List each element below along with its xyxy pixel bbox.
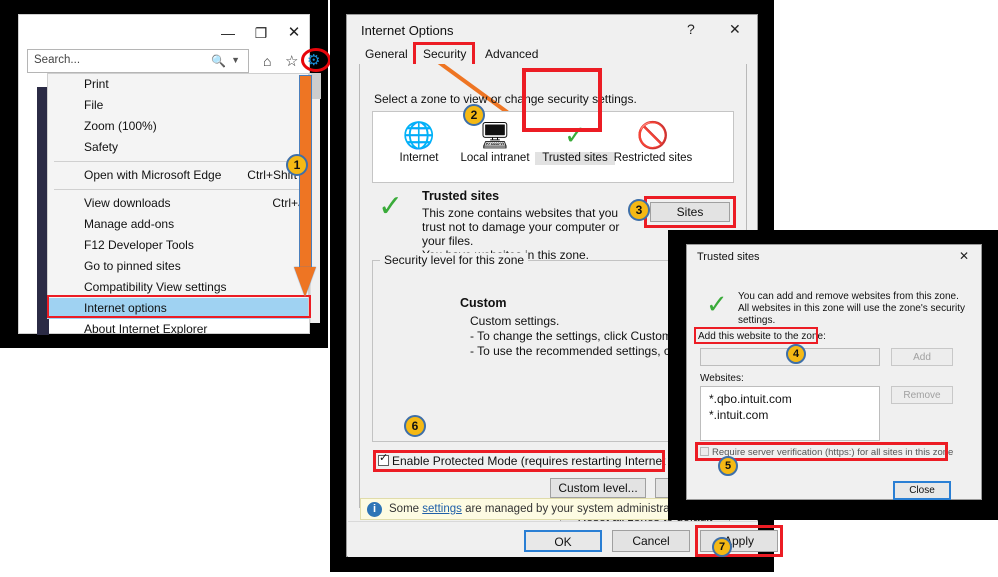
websites-label: Websites: — [700, 373, 744, 384]
maximize-icon[interactable]: ❐ — [248, 23, 274, 43]
step-badge-1: 1 — [286, 154, 308, 176]
menu-item-compatibility-view-settings[interactable]: Compatibility View settings — [48, 277, 308, 298]
menu-item-label: About Internet Explorer — [84, 322, 208, 336]
add-website-label-highlight — [694, 327, 818, 344]
ie-window: — ❐ ✕ Search... 🔍 ▼ ⌂ ☆ ⚙ Print File Zoo… — [18, 14, 331, 336]
info-prefix: Some — [389, 503, 423, 515]
sites-button-highlight — [644, 196, 736, 228]
menu-item-file[interactable]: File — [48, 95, 308, 116]
menu-item-label: Compatibility View settings — [84, 280, 227, 294]
menu-item-go-to-pinned-sites[interactable]: Go to pinned sites — [48, 256, 308, 277]
cancel-button[interactable]: Cancel — [612, 530, 690, 552]
gear-highlight-ellipse — [301, 48, 331, 72]
step-badge-2: 2 — [463, 104, 485, 126]
menu-item-label: F12 Developer Tools — [84, 238, 194, 252]
custom-level-button[interactable]: Custom level... — [550, 478, 646, 498]
search-icon[interactable]: 🔍 — [211, 54, 226, 68]
star-icon[interactable]: ☆ — [285, 52, 298, 70]
menu-item-label: Safety — [84, 140, 119, 154]
dialog-title: Trusted sites — [697, 251, 760, 263]
no-entry-icon: 🚫 — [636, 120, 670, 150]
home-icon[interactable]: ⌂ — [263, 53, 271, 69]
close-button[interactable]: Close — [893, 481, 951, 500]
menu-item-internet-options[interactable]: Internet options — [48, 298, 308, 319]
dialog-intro-text: You can add and remove websites from thi… — [738, 291, 966, 326]
down-arrow-annotation — [294, 75, 317, 301]
help-icon[interactable]: ? — [687, 21, 695, 37]
close-icon[interactable]: ✕ — [281, 23, 307, 43]
menu-item-label: Open with Microsoft Edge — [84, 168, 222, 182]
add-button[interactable]: Add — [891, 348, 953, 366]
step-badge-5: 5 — [718, 456, 738, 476]
security-level-title: Custom — [460, 296, 507, 310]
tab-advanced[interactable]: Advanced — [479, 45, 544, 65]
menu-item-print[interactable]: Print — [48, 74, 308, 95]
menu-item-manage-addons[interactable]: Manage add-ons — [48, 214, 308, 235]
step-badge-4: 4 — [786, 344, 806, 364]
green-check-icon: ✓ — [378, 190, 404, 223]
tab-bar: General Security Advanced — [359, 42, 747, 67]
ok-button[interactable]: OK — [524, 530, 602, 552]
menu-separator — [54, 161, 302, 162]
trusted-sites-zone-highlight — [522, 68, 602, 132]
settings-link[interactable]: settings — [422, 503, 462, 515]
info-icon: i — [367, 502, 382, 517]
zone-description-title: Trusted sites — [422, 189, 500, 203]
step-badge-6: 6 — [404, 415, 426, 437]
step-badge-3: 3 — [628, 199, 650, 221]
menu-item-label: Go to pinned sites — [84, 259, 181, 273]
minimize-icon[interactable]: — — [215, 23, 241, 43]
list-item[interactable]: *.intuit.com — [709, 407, 879, 423]
menu-item-open-with-edge[interactable]: Open with Microsoft Edge Ctrl+Shift+ — [48, 165, 308, 186]
protected-mode-highlight — [373, 450, 665, 472]
list-item[interactable]: *.qbo.intuit.com — [709, 391, 879, 407]
admin-info-text: Some settings are managed by your system… — [389, 503, 686, 515]
tools-menu: Print File Zoom (100%) Safety Open with … — [47, 73, 311, 336]
menu-item-safety[interactable]: Safety — [48, 137, 308, 158]
search-input[interactable]: Search... 🔍 ▼ — [27, 49, 249, 73]
websites-list[interactable]: *.qbo.intuit.com *.intuit.com — [700, 386, 880, 441]
menu-item-label: Zoom (100%) — [84, 119, 157, 133]
info-suffix: are managed by your system administrator… — [461, 503, 686, 515]
security-level-legend: Security level for this zone — [380, 253, 529, 267]
close-icon[interactable]: ✕ — [729, 21, 741, 38]
dialog-body: ✓ You can add and remove websites from t… — [688, 267, 981, 500]
menu-item-about-internet-explorer[interactable]: About Internet Explorer — [48, 319, 308, 340]
panel-ie-menu: — ❐ ✕ Search... 🔍 ▼ ⌂ ☆ ⚙ Print File Zoo… — [0, 0, 331, 348]
tab-general[interactable]: General — [359, 45, 414, 65]
menu-item-label: File — [84, 98, 104, 112]
dialog-footer: OK Cancel Apply — [348, 521, 783, 557]
step-badge-7: 7 — [712, 537, 732, 557]
screenshot-root: — ❐ ✕ Search... 🔍 ▼ ⌂ ☆ ⚙ Print File Zoo… — [0, 0, 998, 577]
menu-item-zoom[interactable]: Zoom (100%) — [48, 116, 308, 137]
search-placeholder: Search... — [34, 54, 81, 66]
menu-item-label: Print — [84, 77, 109, 91]
zone-label: Trusted sites — [535, 152, 615, 165]
menu-item-view-downloads[interactable]: View downloads Ctrl+J — [48, 193, 308, 214]
ie-titlebar: — ❐ ✕ — [19, 15, 309, 49]
close-icon[interactable]: ✕ — [959, 249, 969, 263]
zone-label: Restricted sites — [613, 152, 693, 164]
remove-button[interactable]: Remove — [891, 386, 953, 404]
menu-item-label: View downloads — [84, 196, 171, 210]
panel-trusted-sites: Trusted sites ✕ ✓ You can add and remove… — [668, 230, 998, 520]
menu-item-f12-developer-tools[interactable]: F12 Developer Tools — [48, 235, 308, 256]
zone-restricted-sites[interactable]: 🚫 Restricted sites — [613, 118, 693, 165]
menu-item-label: Manage add-ons — [84, 217, 175, 231]
chevron-down-icon[interactable]: ▼ — [231, 55, 240, 65]
arrow-head — [294, 267, 316, 297]
menu-item-label: Internet options — [84, 301, 167, 315]
globe-icon: 🌐 — [402, 120, 436, 150]
dialog-title: Internet Options — [361, 23, 454, 38]
green-check-icon: ✓ — [706, 289, 728, 319]
zone-internet[interactable]: 🌐 Internet — [379, 118, 459, 165]
zone-label: Internet — [399, 152, 439, 164]
menu-separator — [54, 189, 302, 190]
apply-button-highlight — [695, 525, 783, 557]
zone-label: Local intranet — [460, 152, 530, 164]
